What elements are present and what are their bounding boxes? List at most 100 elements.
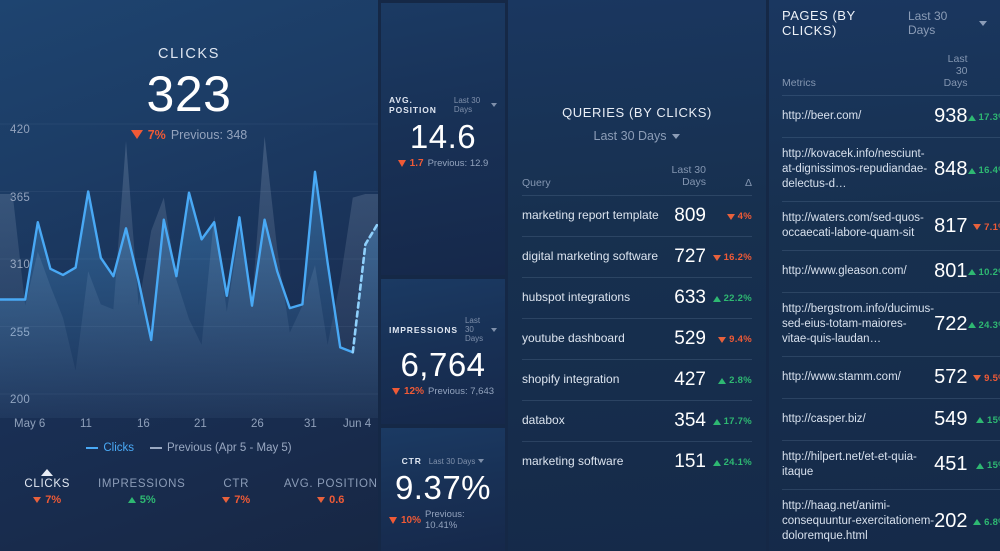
row-delta: 9.4% (706, 317, 752, 359)
row-label: http://beer.com/ (782, 95, 935, 138)
row-value: 722 (934, 291, 968, 357)
row-delta: 15% (967, 439, 1000, 490)
row-delta: 16.2% (706, 235, 752, 277)
triangle-up-icon (967, 322, 976, 329)
metric-tab-clicks[interactable]: CLICKS 7% (0, 469, 95, 506)
table-row[interactable]: http://waters.com/sed-quos-occaecati-lab… (782, 201, 1000, 251)
table-row[interactable]: http://www.gleason.com/801 10.2% (782, 249, 1000, 293)
row-delta-value: 7.1% (984, 221, 1000, 233)
row-value: 572 (934, 355, 968, 399)
chevron-down-icon (491, 327, 497, 332)
metric-tab-avg-position[interactable]: AVG. POSITION 0.6 (284, 478, 379, 506)
metric-tab-impressions-delta: 5% (95, 494, 190, 506)
kpi-avg-position-range[interactable]: Last 30 Days (454, 96, 497, 114)
kpi-impressions-value: 6,764 (400, 346, 486, 383)
row-label: http://kovacek.info/nesciunt-at-dignissi… (782, 137, 935, 202)
table-row[interactable]: marketing software 151 24.1% (522, 440, 752, 482)
queries-table-body: marketing report template 809 4% digital ma… (522, 194, 752, 482)
row-delta-value: 2.8% (729, 375, 752, 386)
kpi-ctr-range[interactable]: Last 30 Days (429, 457, 485, 466)
table-row[interactable]: http://www.stamm.com/572 9.5% (782, 355, 1000, 399)
triangle-up-icon (718, 377, 727, 384)
table-row[interactable]: marketing report template 809 4% (522, 194, 752, 236)
clicks-delta-row: 7% Previous: 348 (0, 128, 378, 142)
triangle-up-icon (976, 462, 985, 469)
legend-item-clicks[interactable]: Clicks (86, 442, 134, 454)
table-row[interactable]: http://haag.net/animi-consequuntur-exerc… (782, 488, 1000, 551)
kpi-impressions-header: IMPRESSIONS Last 30 Days (389, 316, 497, 343)
table-row[interactable]: http://hilpert.net/et-et-quia-itaque 451 1… (782, 439, 1000, 490)
kpi-impressions-range-label: Last 30 Days (464, 316, 484, 343)
table-row[interactable]: databox 354 17.7% (522, 399, 752, 441)
triangle-up-icon (712, 295, 721, 302)
x-axis-label-5: 31 (304, 418, 317, 430)
queries-range-selector[interactable]: Last 30 Days (522, 129, 752, 143)
table-row[interactable]: http://casper.biz/549 15% (782, 397, 1000, 441)
kpi-avg-position-range-label: Last 30 Days (453, 96, 481, 114)
x-axis-label-0: May 6 (14, 418, 46, 430)
table-row[interactable]: digital marketing software 727 16.2% (522, 235, 752, 277)
row-label: marketing report template (522, 194, 669, 236)
clicks-line-chart (0, 118, 378, 418)
metric-tab-impressions-delta-value: 5% (139, 494, 156, 506)
chevron-down-icon (491, 103, 497, 107)
kpi-ctr-range-label: Last 30 Days (428, 456, 476, 466)
queries-table-header-row: Query Last 30 Days Δ (522, 164, 752, 195)
row-label: http://bergstrom.info/ducimus-sed-eius-t… (782, 291, 935, 357)
row-value: 817 (934, 201, 968, 251)
row-value: 202 (934, 488, 968, 551)
kpi-ctr-previous: Previous: 10.41% (425, 509, 465, 532)
row-label: http://www.stamm.com/ (782, 355, 935, 399)
chevron-down-icon (672, 133, 681, 139)
row-delta: 2.8% (706, 358, 752, 400)
metric-tab-ctr-delta-value: 7% (234, 494, 251, 506)
kpi-column: AVG. POSITION Last 30 Days 14.6 1.7 Prev… (378, 0, 505, 551)
row-delta-value: 15% (987, 460, 1000, 472)
queries-col-value-line2: Days (682, 175, 706, 188)
triangle-down-icon (973, 375, 982, 382)
row-delta: 15% (967, 397, 1000, 441)
row-label: http://hilpert.net/et-et-quia-itaque (782, 439, 935, 490)
triangle-down-icon (130, 130, 143, 139)
row-label: digital marketing software (522, 235, 669, 277)
metric-tab-ctr[interactable]: CTR 7% (189, 478, 284, 506)
triangle-up-icon (967, 269, 976, 276)
triangle-up-icon (967, 167, 976, 174)
triangle-down-icon (718, 336, 727, 343)
metric-tab-impressions[interactable]: IMPRESSIONS 5% (95, 478, 190, 506)
row-delta: 16.4% (967, 137, 1000, 202)
kpi-impressions-range[interactable]: Last 30 Days (465, 316, 497, 343)
pages-range-selector[interactable]: Last 30 Days (908, 9, 987, 37)
pages-table: Metrics Last 30 Days Δ http://beer.com/9… (782, 53, 1000, 551)
legend-item-previous[interactable]: Previous (Apr 5 - May 5) (150, 442, 292, 454)
row-label: http://casper.biz/ (782, 397, 935, 441)
pages-col-value-line2: Days (943, 76, 968, 89)
table-row[interactable]: youtube dashboard 529 9.4% (522, 317, 752, 359)
kpi-card-ctr: CTR Last 30 Days 9.37% 10% Previous: 10.… (381, 428, 505, 551)
metric-tab-clicks-label: CLICKS (24, 478, 71, 490)
kpi-avg-position-header: AVG. POSITION Last 30 Days (389, 95, 497, 115)
kpi-card-avg-position: AVG. POSITION Last 30 Days 14.6 1.7 Prev… (381, 3, 505, 275)
table-row[interactable]: http://beer.com/938 17.3% (782, 95, 1000, 138)
table-row[interactable]: http://kovacek.info/nesciunt-at-dignissi… (782, 137, 1000, 202)
row-value: 451 (934, 439, 968, 490)
row-label: databox (522, 399, 669, 441)
queries-col-value-line1: Last 30 (671, 164, 706, 176)
kpi-ctr-header: CTR Last 30 Days (389, 456, 497, 466)
table-row[interactable]: shopify integration 427 2.8% (522, 358, 752, 400)
clicks-delta: 7% (147, 127, 166, 142)
queries-col-query: Query (522, 176, 551, 189)
x-axis-label-1: 11 (80, 418, 92, 430)
table-row[interactable]: hubspot integrations 633 22.2% (522, 276, 752, 318)
row-delta-value: 22.2% (723, 293, 752, 304)
x-axis-label-2: 16 (137, 418, 150, 430)
queries-col-delta: Δ (744, 176, 752, 189)
x-axis-label-4: 26 (251, 418, 264, 430)
table-row[interactable]: http://bergstrom.info/ducimus-sed-eius-t… (782, 291, 1000, 357)
queries-panel: QUERIES (BY CLICKS) Last 30 Days Query L… (508, 0, 766, 551)
row-delta-value: 6.8% (984, 516, 1000, 528)
pages-panel: PAGES (BY CLICKS) Last 30 Days Metrics L… (769, 0, 1000, 551)
kpi-card-impressions: IMPRESSIONS Last 30 Days 6,764 12% Previ… (381, 279, 505, 424)
row-label: youtube dashboard (522, 317, 669, 359)
row-delta-value: 9.4% (729, 334, 752, 345)
